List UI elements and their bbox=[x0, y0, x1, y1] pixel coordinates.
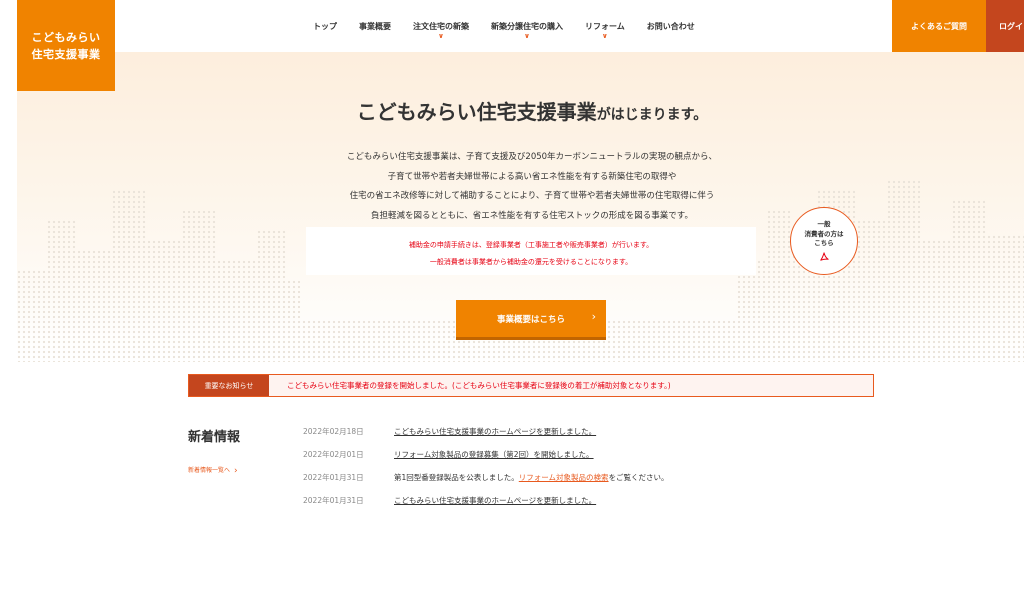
badge-line-2: 消費者の方は bbox=[804, 229, 844, 238]
important-notice-text[interactable]: こどもみらい住宅事業者の登録を開始しました。(こどもみらい住宅事業者に登録後の着… bbox=[269, 380, 671, 391]
overview-button-label: 事業概要はこちら bbox=[496, 314, 565, 325]
news-text: こどもみらい住宅支援事業のホームページを更新しました。 bbox=[394, 426, 596, 437]
important-notice-label: 重要なお知らせ bbox=[189, 375, 269, 396]
news-link[interactable]: こどもみらい住宅支援事業のホームページを更新しました。 bbox=[394, 496, 596, 505]
hero-title: こどもみらい住宅支援事業がはじまります。 bbox=[0, 96, 1024, 125]
chevron-down-icon: ∨ bbox=[602, 32, 608, 40]
hero-title-main: こどもみらい住宅支援事業 bbox=[356, 100, 597, 124]
news-link[interactable]: リフォーム対象製品の登録募集（第2回）を開始しました。 bbox=[394, 450, 594, 459]
nav-item-new-home-purchase[interactable]: 新築分譲住宅の購入 ∨ bbox=[480, 0, 574, 52]
nav-item-custom-home[interactable]: 注文住宅の新築 ∨ bbox=[402, 0, 480, 52]
login-button[interactable]: ログイン bbox=[986, 0, 1024, 52]
hero-description-line: こどもみらい住宅支援事業は、子育て支援及び2050年カーボンニュートラルの実現の… bbox=[346, 152, 718, 162]
news-plain-text: 第1回型番登録製品を公表しました。 bbox=[394, 473, 519, 482]
news-view-all-link[interactable]: 新着情報一覧へ › bbox=[188, 465, 238, 476]
site-logo[interactable]: こどもみらい 住宅支援事業 bbox=[17, 0, 115, 91]
badge-line-1: 一般 bbox=[817, 220, 831, 229]
nav-item-overview[interactable]: 事業概要 bbox=[348, 0, 402, 52]
news-suffix-text: をご覧ください。 bbox=[608, 473, 669, 482]
nav-item-top[interactable]: トップ bbox=[302, 0, 348, 52]
nav-item-label: リフォーム bbox=[585, 21, 625, 31]
nav-item-contact[interactable]: お問い合わせ bbox=[636, 0, 706, 52]
nav-item-reform[interactable]: リフォーム ∨ bbox=[574, 0, 636, 52]
pdf-icon bbox=[819, 252, 829, 261]
hero-description: こどもみらい住宅支援事業は、子育て支援及び2050年カーボンニュートラルの実現の… bbox=[0, 148, 1024, 226]
news-link[interactable]: リフォーム対象製品の検索 bbox=[519, 473, 609, 482]
hero-description-line: 負担軽減を図るとともに、省エネ性能を有する住宅ストックの形成を図る事業です。 bbox=[371, 210, 693, 221]
logo-line-1: こどもみらい bbox=[31, 30, 101, 44]
news-link[interactable]: こどもみらい住宅支援事業のホームページを更新しました。 bbox=[394, 427, 596, 436]
important-notice-bar: 重要なお知らせ こどもみらい住宅事業者の登録を開始しました。(こどもみらい住宅事… bbox=[188, 374, 874, 397]
chevron-right-icon: › bbox=[591, 310, 596, 323]
news-list: 2022年02月18日 こどもみらい住宅支援事業のホームページを更新しました。 … bbox=[303, 426, 883, 518]
nav-item-label: トップ bbox=[313, 21, 337, 31]
news-item: 2022年02月01日 リフォーム対象製品の登録募集（第2回）を開始しました。 bbox=[303, 449, 883, 472]
hero-description-line: 住宅の省エネ改修等に対して補助することにより、子育て世帯や若者夫婦世帯の住宅取得… bbox=[349, 191, 715, 201]
logo-line-2: 住宅支援事業 bbox=[31, 47, 101, 61]
global-nav-items: トップ 事業概要 注文住宅の新築 ∨ 新築分譲住宅の購入 ∨ リフォーム ∨ お… bbox=[302, 0, 706, 52]
nav-item-label: 注文住宅の新築 bbox=[413, 21, 469, 31]
news-date: 2022年01月31日 bbox=[303, 496, 364, 505]
news-date: 2022年02月01日 bbox=[303, 450, 364, 459]
news-text: リフォーム対象製品の登録募集（第2回）を開始しました。 bbox=[394, 449, 594, 460]
news-text: こどもみらい住宅支援事業のホームページを更新しました。 bbox=[394, 495, 596, 506]
news-view-all-label: 新着情報一覧へ bbox=[188, 467, 231, 474]
notice-line: 一般消費者は事業者から補助金の還元を受けることになります。 bbox=[429, 258, 633, 266]
overview-button[interactable]: 事業概要はこちら › bbox=[456, 300, 606, 337]
news-item: 2022年01月31日 第1回型番登録製品を公表しました。リフォーム対象製品の検… bbox=[303, 472, 883, 495]
news-date: 2022年01月31日 bbox=[303, 473, 364, 482]
nav-item-label: お問い合わせ bbox=[646, 21, 695, 31]
news-item: 2022年01月31日 こどもみらい住宅支援事業のホームページを更新しました。 bbox=[303, 495, 883, 518]
chevron-down-icon: ∨ bbox=[524, 32, 530, 40]
hero-title-suffix: がはじまります。 bbox=[596, 107, 708, 123]
nav-item-label: 新築分譲住宅の購入 bbox=[491, 21, 563, 31]
news-date: 2022年02月18日 bbox=[303, 427, 364, 436]
hero-description-line: 子育て世帯や若者夫婦世帯による高い省エネ性能を有する新築住宅の取得や bbox=[387, 171, 677, 182]
news-text: 第1回型番登録製品を公表しました。リフォーム対象製品の検索をご覧ください。 bbox=[394, 472, 669, 483]
chevron-down-icon: ∨ bbox=[438, 32, 444, 40]
nav-item-label: 事業概要 bbox=[359, 21, 391, 31]
news-item: 2022年02月18日 こどもみらい住宅支援事業のホームページを更新しました。 bbox=[303, 426, 883, 449]
chevron-right-icon: › bbox=[234, 465, 238, 476]
notice-line: 補助金の申請手続きは、登録事業者（工事施工者や販売事業者）が行います。 bbox=[408, 241, 654, 249]
faq-button[interactable]: よくあるご質問 bbox=[892, 0, 986, 52]
news-heading: 新着情報 bbox=[188, 430, 241, 445]
consumer-info-badge[interactable]: 一般 消費者の方は こちら bbox=[790, 207, 858, 275]
badge-line-3: こちら bbox=[814, 239, 834, 248]
subsidy-notice-box: 補助金の申請手続きは、登録事業者（工事施工者や販売事業者）が行います。 一般消費… bbox=[306, 227, 756, 275]
